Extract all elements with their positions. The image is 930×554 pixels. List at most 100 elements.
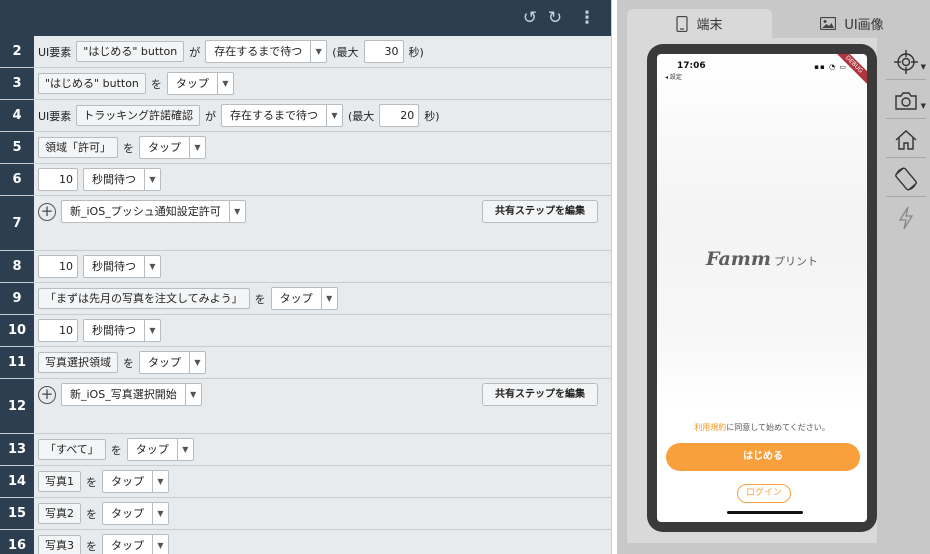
sleep-select-value: 秒間待つ (92, 324, 136, 337)
crosshair-tool[interactable]: ▼ (886, 44, 926, 80)
action-select[interactable]: タップ ▼ (102, 470, 169, 493)
action-select[interactable]: タップ ▼ (102, 502, 169, 525)
step-row[interactable]: 16 写真3 を タップ ▼ (0, 530, 611, 554)
home-tool[interactable] (886, 122, 926, 158)
chevron-down-icon: ▼ (228, 201, 245, 222)
action-select[interactable]: タップ ▼ (102, 534, 169, 554)
expand-plus-icon[interactable]: + (38, 385, 56, 404)
chevron-down-icon: ▼ (310, 41, 326, 62)
element-chip[interactable]: 領域「許可」 (38, 137, 118, 158)
rotate-tool[interactable] (886, 161, 926, 197)
element-chip[interactable]: 写真1 (38, 471, 81, 492)
more-vertical-icon[interactable]: ⋮ (577, 8, 597, 28)
image-icon (820, 17, 837, 30)
element-prefix: UI要素 (38, 45, 72, 59)
step-number: 9 (0, 283, 34, 314)
login-button[interactable]: ログイン (737, 484, 791, 503)
condition-select[interactable]: 存在するまで待つ ▼ (205, 40, 328, 63)
element-chip[interactable]: 写真2 (38, 503, 81, 524)
action-select[interactable]: タップ ▼ (166, 72, 234, 95)
chevron-down-icon: ▼ (144, 320, 160, 341)
particle: を (150, 77, 162, 91)
phone-screen[interactable]: 17:06 ◂ 設定 ▪▪ ◔ ▭ DEBUG Famm プリント 利用規約に同意… (657, 54, 867, 522)
element-chip[interactable]: 「まずは先月の写真を注文してみよう」 (38, 288, 250, 309)
sleep-select[interactable]: 秒間待つ ▼ (83, 168, 161, 191)
sleep-seconds-input[interactable]: 10 (38, 168, 78, 191)
camera-tool[interactable]: ▼ (886, 83, 926, 119)
expand-plus-icon[interactable]: + (38, 202, 56, 221)
step-content: 10 秒間待つ ▼ (34, 315, 611, 346)
condition-select[interactable]: 存在するまで待つ ▼ (220, 104, 343, 127)
device-toolbar: ▼ ▼ (884, 38, 930, 238)
particle: を (86, 507, 97, 521)
edit-shared-step-button[interactable]: 共有ステップを編集 (482, 383, 598, 406)
edit-shared-step-button[interactable]: 共有ステップを編集 (482, 200, 598, 223)
shared-step-select[interactable]: 新_iOS_プッシュ通知設定許可 ▼ (61, 200, 246, 223)
step-number: 14 (0, 466, 34, 497)
step-row[interactable]: 12 + 新_iOS_写真選択開始 ▼ 共有ステップを編集 (0, 379, 611, 434)
step-row[interactable]: 10 10 秒間待つ ▼ (0, 315, 611, 347)
element-chip[interactable]: 写真選択領域 (38, 352, 118, 373)
step-row[interactable]: 13 「すべて」をタップ ▼ (0, 434, 611, 466)
step-row[interactable]: 2 UI要素 "はじめる" button が存在するまで待つ ▼ (最大 30 秒) (0, 36, 611, 68)
step-row[interactable]: 3 "はじめる" button をタップ ▼ (0, 68, 611, 100)
particle: を (254, 292, 266, 306)
action-select[interactable]: タップ ▼ (139, 351, 206, 374)
step-row[interactable]: 9 「まずは先月の写真を注文してみよう」をタップ ▼ (0, 283, 611, 315)
particle: を (110, 443, 122, 457)
sleep-seconds-input[interactable]: 10 (38, 255, 78, 278)
element-chip[interactable]: トラッキング許諾確認 (76, 105, 200, 126)
element-prefix: UI要素 (38, 109, 72, 123)
redo-icon[interactable]: ↻ (545, 8, 565, 28)
test-step-editor: ↺ ↻ ⋮ 2 UI要素 "はじめる" button が存在するまで待つ ▼ (最大 30 秒… (0, 0, 612, 554)
lightning-icon (898, 206, 914, 230)
sleep-seconds-input[interactable]: 10 (38, 319, 78, 342)
step-content: UI要素 "はじめる" button が存在するまで待つ ▼ (最大 30 秒) (34, 36, 611, 67)
chevron-down-icon: ▼ (320, 288, 337, 309)
tab-device[interactable]: 端末 (627, 9, 772, 38)
step-row[interactable]: 8 10 秒間待つ ▼ (0, 251, 611, 283)
lightning-tool[interactable] (886, 200, 926, 236)
max-seconds-input[interactable]: 30 (363, 40, 404, 63)
action-select[interactable]: タップ ▼ (126, 438, 194, 461)
status-back-link: ◂ 設定 (665, 74, 682, 81)
action-select[interactable]: タップ ▼ (139, 136, 206, 159)
step-number: 12 (0, 379, 34, 433)
chevron-down-icon: ▼ (144, 169, 160, 190)
step-row[interactable]: 6 10 秒間待つ ▼ (0, 164, 611, 196)
action-select-value: タップ (111, 507, 144, 520)
battery-icon: ▭ (839, 63, 847, 71)
sleep-select[interactable]: 秒間待つ ▼ (83, 255, 161, 278)
undo-icon[interactable]: ↺ (520, 8, 540, 28)
step-row[interactable]: 5 領域「許可」を タップ ▼ (0, 132, 611, 164)
step-content: "はじめる" button をタップ ▼ (34, 68, 611, 99)
chevron-down-icon: ▼ (152, 503, 168, 524)
seconds-unit: 秒) (408, 45, 424, 59)
action-select-value: タップ (148, 141, 181, 154)
step-row[interactable]: 7 + 新_iOS_プッシュ通知設定許可 ▼ 共有ステップを編集 (0, 196, 611, 251)
step-number: 10 (0, 315, 34, 346)
tab-ui-image[interactable]: UI画像 (777, 9, 927, 38)
step-row[interactable]: 15 写真2 を タップ ▼ (0, 498, 611, 530)
step-row[interactable]: 4 UI要素 トラッキング許諾確認が存在するまで待つ ▼ (最大 20 秒) (0, 100, 611, 132)
max-label: (最大 (332, 45, 359, 59)
step-row[interactable]: 11 写真選択領域を タップ ▼ (0, 347, 611, 379)
start-button[interactable]: はじめる (666, 443, 860, 471)
step-number: 15 (0, 498, 34, 529)
step-content: 10 秒間待つ ▼ (34, 251, 611, 282)
chevron-down-icon: ▼ (920, 102, 926, 110)
sleep-select-value: 秒間待つ (92, 173, 136, 186)
home-indicator (727, 511, 803, 514)
element-chip[interactable]: "はじめる" button (76, 41, 185, 62)
action-select[interactable]: タップ ▼ (270, 287, 338, 310)
element-chip[interactable]: 写真3 (38, 535, 81, 554)
terms-link[interactable]: 利用規約 (694, 423, 726, 432)
step-row[interactable]: 14 写真1 を タップ ▼ (0, 466, 611, 498)
element-chip[interactable]: "はじめる" button (38, 73, 146, 94)
particle: を (86, 475, 97, 489)
element-chip[interactable]: 「すべて」 (38, 439, 106, 460)
editor-toolbar: ↺ ↻ ⋮ (0, 0, 611, 36)
max-seconds-input[interactable]: 20 (379, 104, 420, 127)
shared-step-select[interactable]: 新_iOS_写真選択開始 ▼ (61, 383, 202, 406)
sleep-select[interactable]: 秒間待つ ▼ (83, 319, 161, 342)
